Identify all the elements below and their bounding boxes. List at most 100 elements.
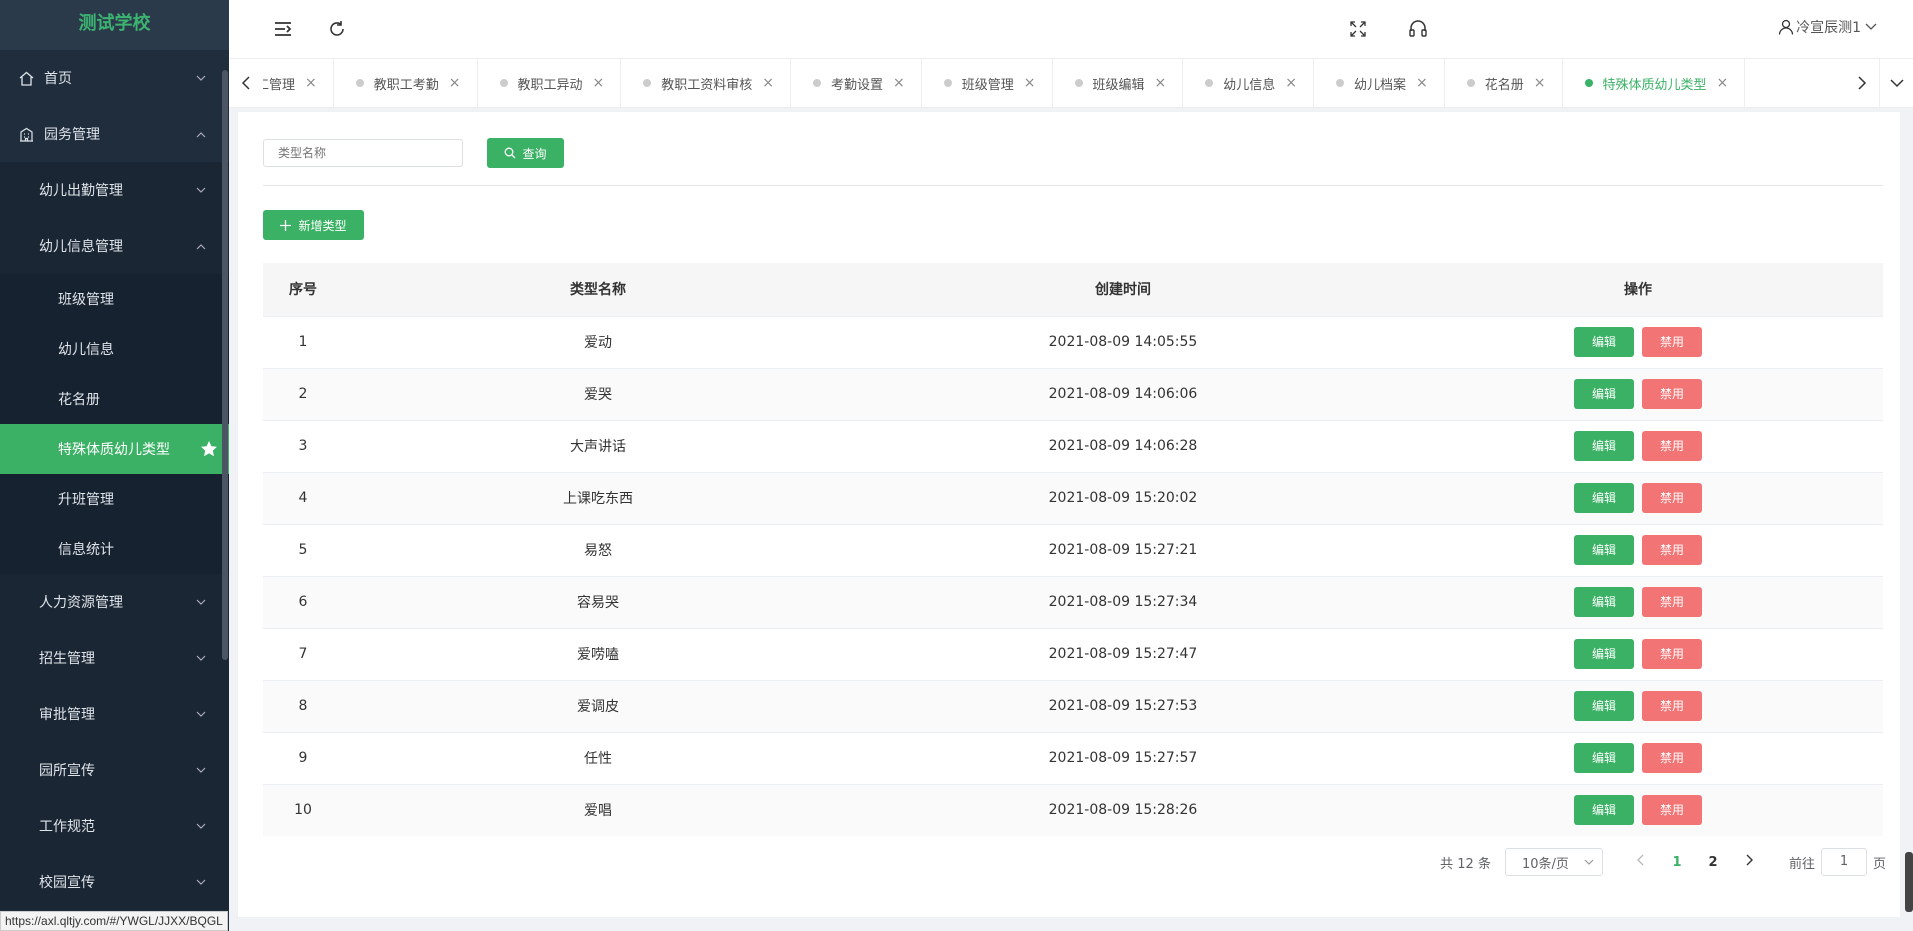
disable-button[interactable]: 禁用 bbox=[1642, 639, 1702, 669]
tab-close-icon[interactable]: × bbox=[1285, 75, 1297, 91]
sidebar-item[interactable]: 人力资源管理 bbox=[0, 574, 229, 630]
sidebar-item[interactable]: 幼儿信息管理 bbox=[0, 218, 229, 274]
headset-icon[interactable] bbox=[1407, 18, 1429, 40]
sidebar-item[interactable]: 特殊体质幼儿类型 bbox=[0, 424, 229, 474]
edit-button[interactable]: 编辑 bbox=[1574, 483, 1634, 513]
next-page-icon[interactable] bbox=[1731, 854, 1767, 870]
tab[interactable]: 班级管理 × bbox=[922, 59, 1053, 107]
cell-actions: 编辑 禁用 bbox=[1393, 783, 1883, 836]
star-icon[interactable] bbox=[200, 440, 218, 458]
sidebar-item[interactable]: 审批管理 bbox=[0, 686, 229, 742]
user-name: 冷宣辰测1 bbox=[1796, 20, 1861, 36]
app-root: 测试学校 首页 园务管理 幼儿出勤管理 幼儿信息管理 班级管理 幼儿信息 花名册 特殊体质幼儿… bbox=[0, 0, 1913, 931]
tab[interactable]: 教职工异动 × bbox=[478, 59, 622, 107]
tab-scroll-right-icon[interactable] bbox=[1845, 59, 1879, 107]
sidebar-item[interactable]: 校园宣传 bbox=[0, 854, 229, 910]
page-number-1[interactable]: 1 bbox=[1659, 855, 1695, 870]
cell-actions: 编辑 禁用 bbox=[1393, 315, 1883, 368]
cell-actions: 编辑 禁用 bbox=[1393, 367, 1883, 420]
disable-button[interactable]: 禁用 bbox=[1642, 431, 1702, 461]
tab[interactable]: 教职工资料审核 × bbox=[621, 59, 791, 107]
sidebar-item[interactable]: 幼儿出勤管理 bbox=[0, 162, 229, 218]
tab-close-icon[interactable]: × bbox=[305, 75, 317, 91]
disable-button[interactable]: 禁用 bbox=[1642, 535, 1702, 565]
tab-close-icon[interactable]: × bbox=[1155, 75, 1167, 91]
fullscreen-icon[interactable] bbox=[1347, 18, 1369, 40]
sidebar-item[interactable]: 园务管理 bbox=[0, 106, 229, 162]
disable-button[interactable]: 禁用 bbox=[1642, 379, 1702, 409]
page-number-2[interactable]: 2 bbox=[1695, 855, 1731, 870]
add-type-button[interactable]: 新增类型 bbox=[263, 210, 364, 240]
tab-close-icon[interactable]: × bbox=[449, 75, 461, 91]
school-logo[interactable]: 测试学校 bbox=[0, 0, 229, 50]
edit-button[interactable]: 编辑 bbox=[1574, 379, 1634, 409]
sidebar-item[interactable]: 首页 bbox=[0, 50, 229, 106]
tab[interactable]: 职工管理 × bbox=[263, 59, 334, 107]
edit-button[interactable]: 编辑 bbox=[1574, 535, 1634, 565]
table-row: 9 任性 2021-08-09 15:27:57 编辑 禁用 bbox=[263, 731, 1883, 784]
disable-button[interactable]: 禁用 bbox=[1642, 327, 1702, 357]
disable-button[interactable]: 禁用 bbox=[1642, 743, 1702, 773]
query-button[interactable]: 查询 bbox=[487, 138, 564, 168]
search-row: 查询 bbox=[263, 138, 564, 168]
edit-button[interactable]: 编辑 bbox=[1574, 327, 1634, 357]
edit-button[interactable]: 编辑 bbox=[1574, 431, 1634, 461]
sidebar-item[interactable]: 工作规范 bbox=[0, 798, 229, 854]
page-scrollbar[interactable] bbox=[1905, 852, 1913, 912]
chevron-down-icon bbox=[195, 820, 207, 832]
cell-idx: 7 bbox=[263, 627, 343, 680]
edit-button[interactable]: 编辑 bbox=[1574, 639, 1634, 669]
tab[interactable]: 幼儿信息 × bbox=[1183, 59, 1314, 107]
goto-page-input[interactable]: 1 bbox=[1820, 848, 1867, 876]
tab-label: 班级管理 bbox=[961, 77, 1014, 93]
sidebar-scrollbar[interactable] bbox=[222, 70, 228, 660]
tab-close-icon[interactable]: × bbox=[1534, 75, 1546, 91]
sidebar-item[interactable]: 升班管理 bbox=[0, 474, 229, 524]
tab-close-icon[interactable]: × bbox=[893, 75, 905, 91]
tab-close-icon[interactable]: × bbox=[593, 75, 605, 91]
tab[interactable]: 花名册 × bbox=[1445, 59, 1563, 107]
tab-close-icon[interactable]: × bbox=[1717, 75, 1729, 91]
edit-button[interactable]: 编辑 bbox=[1574, 691, 1634, 721]
edit-button[interactable]: 编辑 bbox=[1574, 587, 1634, 617]
table-row: 10 爱唱 2021-08-09 15:28:26 编辑 禁用 bbox=[263, 783, 1883, 836]
tab[interactable]: 教职工考勤 × bbox=[334, 59, 478, 107]
tab[interactable]: 考勤设置 × bbox=[791, 59, 922, 107]
sidebar-item[interactable]: 园所宣传 bbox=[0, 742, 229, 798]
disable-button[interactable]: 禁用 bbox=[1642, 587, 1702, 617]
sidebar-item[interactable]: 信息统计 bbox=[0, 524, 229, 574]
edit-button[interactable]: 编辑 bbox=[1574, 795, 1634, 826]
sidebar-item[interactable]: 班级管理 bbox=[0, 274, 229, 324]
disable-button[interactable]: 禁用 bbox=[1642, 795, 1702, 826]
cell-name: 爱动 bbox=[343, 315, 853, 368]
tab-close-icon[interactable]: × bbox=[762, 75, 774, 91]
tab-menu-dropdown-icon[interactable] bbox=[1879, 59, 1913, 107]
goto-suffix: 页 bbox=[1872, 856, 1886, 872]
collapse-menu-icon[interactable] bbox=[272, 18, 294, 40]
refresh-icon[interactable] bbox=[326, 18, 348, 40]
tab-label: 班级编辑 bbox=[1092, 77, 1145, 93]
edit-button[interactable]: 编辑 bbox=[1574, 743, 1634, 773]
tab[interactable]: 班级编辑 × bbox=[1053, 59, 1184, 107]
disable-button[interactable]: 禁用 bbox=[1642, 483, 1702, 513]
table-row: 4 上课吃东西 2021-08-09 15:20:02 编辑 禁用 bbox=[263, 471, 1883, 524]
cell-actions: 编辑 禁用 bbox=[1393, 419, 1883, 472]
disable-button[interactable]: 禁用 bbox=[1642, 691, 1702, 721]
tab-status-dot bbox=[1074, 79, 1083, 87]
type-name-search-input[interactable] bbox=[263, 139, 463, 167]
sidebar-item[interactable]: 招生管理 bbox=[0, 630, 229, 686]
user-menu[interactable]: 冷宣辰测1 bbox=[1778, 17, 1877, 37]
tab-close-icon[interactable]: × bbox=[1024, 75, 1036, 91]
tab-status-dot bbox=[1584, 79, 1593, 87]
sidebar-item[interactable]: 花名册 bbox=[0, 374, 229, 424]
table-row: 3 大声讲话 2021-08-09 14:06:28 编辑 禁用 bbox=[263, 419, 1883, 472]
prev-page-icon[interactable] bbox=[1623, 854, 1659, 870]
sidebar-item[interactable]: 幼儿信息 bbox=[0, 324, 229, 374]
building-icon bbox=[18, 126, 34, 142]
page-size-select[interactable]: 10条/页 bbox=[1504, 848, 1603, 876]
tab-scroll-left-icon[interactable] bbox=[229, 59, 263, 107]
tab-status-dot bbox=[355, 79, 364, 87]
tab[interactable]: 特殊体质幼儿类型 × bbox=[1563, 59, 1746, 107]
tab-close-icon[interactable]: × bbox=[1416, 75, 1428, 91]
tab[interactable]: 幼儿档案 × bbox=[1314, 59, 1445, 107]
